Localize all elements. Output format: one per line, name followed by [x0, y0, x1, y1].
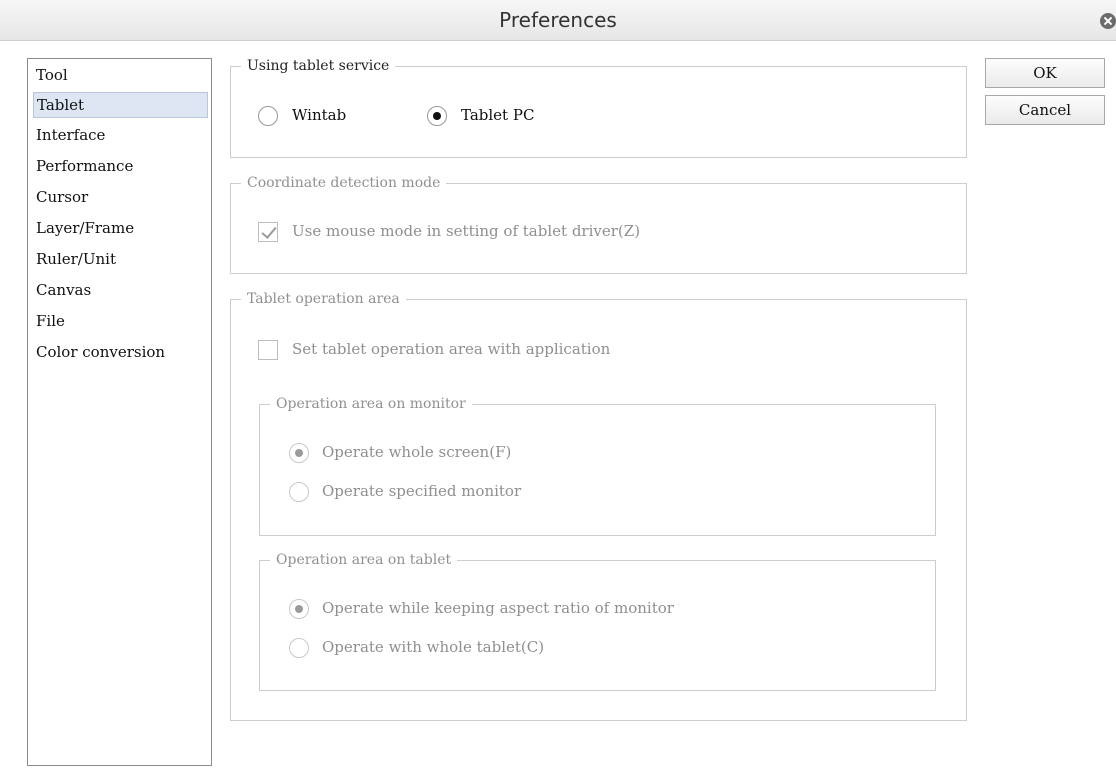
coordinate-detection-legend: Coordinate detection mode	[247, 175, 441, 191]
wintab-radio[interactable]	[258, 106, 278, 126]
keep-aspect-ratio-label: Operate while keeping aspect ratio of mo…	[322, 599, 674, 617]
category-item-cursor[interactable]: Cursor	[33, 184, 208, 210]
tablet-area-group: Operation area on tablet	[259, 552, 936, 691]
tablet-pc-radio[interactable]	[427, 106, 447, 126]
ok-button[interactable]: OK	[985, 58, 1105, 88]
category-item-layer-frame[interactable]: Layer/Frame	[33, 215, 208, 241]
whole-screen-label: Operate whole screen(F)	[322, 443, 512, 461]
wintab-label: Wintab	[292, 106, 347, 124]
set-operation-area-label: Set tablet operation area with applicati…	[292, 340, 611, 358]
whole-tablet-label: Operate with whole tablet(C)	[322, 638, 545, 656]
category-item-performance[interactable]: Performance	[33, 153, 208, 179]
cancel-button[interactable]: Cancel	[985, 95, 1105, 125]
whole-screen-radio[interactable]	[289, 443, 309, 463]
tablet-area-legend: Operation area on tablet	[276, 552, 452, 568]
category-item-file[interactable]: File	[33, 308, 208, 334]
operation-area-legend: Tablet operation area	[247, 291, 400, 307]
set-operation-area-checkbox[interactable]	[258, 340, 278, 360]
category-item-interface[interactable]: Interface	[33, 122, 208, 148]
category-item-tool[interactable]: Tool	[33, 62, 208, 88]
category-item-ruler-unit[interactable]: Ruler/Unit	[33, 246, 208, 272]
whole-tablet-radio[interactable]	[289, 638, 309, 658]
category-list[interactable]: Tool Tablet Interface Performance Cursor…	[27, 58, 212, 766]
monitor-area-group: Operation area on monitor	[259, 396, 936, 536]
category-item-color-conversion[interactable]: Color conversion	[33, 339, 208, 365]
specified-monitor-label: Operate specified monitor	[322, 482, 522, 500]
monitor-area-legend: Operation area on monitor	[276, 396, 466, 412]
category-item-canvas[interactable]: Canvas	[33, 277, 208, 303]
mouse-mode-checkbox[interactable]	[258, 222, 278, 242]
window-title: Preferences	[499, 8, 617, 32]
specified-monitor-radio[interactable]	[289, 482, 309, 502]
category-item-tablet[interactable]: Tablet	[33, 92, 208, 118]
keep-aspect-ratio-radio[interactable]	[289, 599, 309, 619]
preferences-dialog: Preferences Tool Tablet Interface Perfor…	[0, 0, 1116, 781]
tablet-service-legend: Using tablet service	[247, 58, 390, 74]
close-icon[interactable]	[1100, 13, 1116, 29]
title-bar[interactable]: Preferences	[0, 0, 1116, 41]
tablet-pc-label: Tablet PC	[461, 106, 535, 124]
mouse-mode-label: Use mouse mode in setting of tablet driv…	[292, 222, 641, 240]
